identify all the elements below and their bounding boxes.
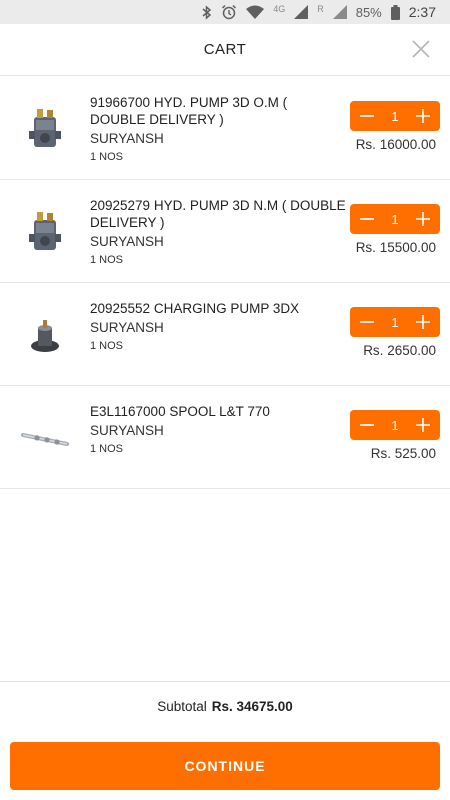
bluetooth-icon bbox=[202, 0, 212, 24]
close-button[interactable] bbox=[410, 38, 432, 60]
item-name: 20925552 CHARGING PUMP 3DX bbox=[90, 301, 300, 316]
item-price: Rs. 525.00 bbox=[370, 446, 436, 461]
cart-list: 91966700 HYD. PUMP 3D O.M ( DOUBLE DELIV… bbox=[0, 77, 450, 489]
plus-icon bbox=[416, 418, 430, 432]
decrease-quantity-button[interactable] bbox=[356, 105, 378, 127]
quantity-value: 1 bbox=[391, 417, 399, 433]
close-icon bbox=[412, 40, 430, 58]
quantity-stepper: 1 bbox=[350, 410, 440, 440]
status-bar: 4G R 85% 2:37 bbox=[0, 0, 450, 24]
clock: 2:37 bbox=[408, 4, 436, 20]
minus-icon bbox=[360, 321, 374, 323]
item-price: Rs. 2650.00 bbox=[363, 343, 436, 358]
increase-quantity-button[interactable] bbox=[412, 105, 434, 127]
cart-item: 91966700 HYD. PUMP 3D O.M ( DOUBLE DELIV… bbox=[0, 77, 450, 180]
plus-icon bbox=[416, 212, 430, 226]
hydraulic-pump-image bbox=[18, 103, 72, 157]
cart-item: 20925552 CHARGING PUMP 3DX SURYANSH 1 NO… bbox=[0, 283, 450, 386]
item-seller: SURYANSH bbox=[90, 423, 164, 438]
decrease-quantity-button[interactable] bbox=[356, 208, 378, 230]
network-type-label: 4G bbox=[273, 4, 286, 14]
increase-quantity-button[interactable] bbox=[412, 208, 434, 230]
quantity-value: 1 bbox=[391, 108, 399, 124]
battery-icon bbox=[390, 0, 400, 24]
plus-icon bbox=[416, 109, 430, 123]
item-unit: 1 NOS bbox=[90, 340, 124, 352]
cart-item: E3L1167000 SPOOL L&T 770 SURYANSH 1 NOS … bbox=[0, 386, 450, 489]
item-unit: 1 NOS bbox=[90, 151, 124, 163]
spool-image bbox=[18, 412, 72, 466]
subtotal-label: Subtotal bbox=[157, 699, 207, 714]
page-title: CART bbox=[203, 41, 247, 58]
item-name: E3L1167000 SPOOL L&T 770 bbox=[90, 404, 270, 419]
increase-quantity-button[interactable] bbox=[412, 414, 434, 436]
item-details: E3L1167000 SPOOL L&T 770 SURYANSH 1 NOS bbox=[90, 403, 346, 457]
item-details: 91966700 HYD. PUMP 3D O.M ( DOUBLE DELIV… bbox=[90, 94, 346, 165]
item-name: 91966700 HYD. PUMP 3D O.M ( DOUBLE DELIV… bbox=[90, 95, 288, 127]
decrease-quantity-button[interactable] bbox=[356, 311, 378, 333]
battery-percentage: 85% bbox=[355, 4, 382, 20]
item-unit: 1 NOS bbox=[90, 443, 124, 455]
cart-header: CART bbox=[0, 24, 450, 76]
minus-icon bbox=[360, 218, 374, 220]
signal-icon bbox=[294, 0, 309, 24]
item-seller: SURYANSH bbox=[90, 131, 164, 146]
quantity-value: 1 bbox=[391, 314, 399, 330]
item-price: Rs. 16000.00 bbox=[355, 137, 436, 152]
roaming-label: R bbox=[317, 4, 324, 14]
subtotal-bar: Subtotal Rs. 34675.00 bbox=[0, 681, 450, 731]
signal-icon bbox=[332, 0, 347, 24]
quantity-value: 1 bbox=[391, 211, 399, 227]
minus-icon bbox=[360, 424, 374, 426]
plus-icon bbox=[416, 315, 430, 329]
subtotal-value: Rs. 34675.00 bbox=[211, 699, 293, 714]
increase-quantity-button[interactable] bbox=[412, 311, 434, 333]
item-price: Rs. 15500.00 bbox=[355, 240, 436, 255]
wifi-icon bbox=[246, 0, 265, 24]
item-name: 20925279 HYD. PUMP 3D N.M ( DOUBLE DELIV… bbox=[90, 198, 346, 230]
item-details: 20925279 HYD. PUMP 3D N.M ( DOUBLE DELIV… bbox=[90, 197, 346, 268]
alarm-icon bbox=[221, 0, 237, 24]
quantity-stepper: 1 bbox=[350, 101, 440, 131]
item-details: 20925552 CHARGING PUMP 3DX SURYANSH 1 NO… bbox=[90, 300, 346, 354]
decrease-quantity-button[interactable] bbox=[356, 414, 378, 436]
quantity-stepper: 1 bbox=[350, 204, 440, 234]
cart-item: 20925279 HYD. PUMP 3D N.M ( DOUBLE DELIV… bbox=[0, 180, 450, 283]
continue-button[interactable]: CONTINUE bbox=[10, 742, 440, 790]
minus-icon bbox=[360, 115, 374, 117]
item-seller: SURYANSH bbox=[90, 234, 164, 249]
item-seller: SURYANSH bbox=[90, 320, 164, 335]
quantity-stepper: 1 bbox=[350, 307, 440, 337]
charging-pump-image bbox=[18, 309, 72, 363]
item-unit: 1 NOS bbox=[90, 254, 124, 266]
hydraulic-pump-image bbox=[18, 206, 72, 260]
